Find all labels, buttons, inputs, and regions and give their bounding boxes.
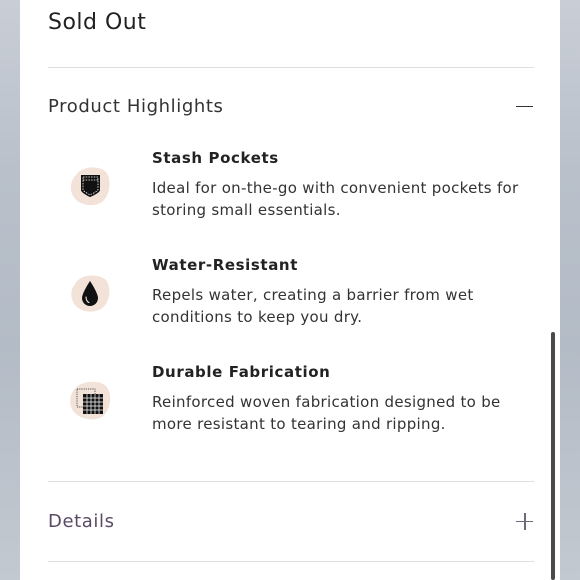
water-drop-icon (71, 275, 110, 312)
woven-fabric-icon (70, 381, 111, 420)
product-highlights-title: Product Highlights (48, 96, 224, 117)
feature-description: Reinforced woven fabrication designed to… (152, 393, 501, 433)
feature-title: Water-Resistant (152, 256, 298, 274)
feature-description: Repels water, creating a barrier from we… (152, 286, 474, 326)
feature-description: Ideal for on-the-go with convenient pock… (152, 179, 519, 219)
product-panel: Sold Out Product Highlights Stash Pocket… (20, 0, 560, 580)
plus-icon[interactable] (516, 512, 534, 531)
feature-title: Stash Pockets (152, 149, 279, 167)
details-header[interactable]: Details (48, 511, 534, 532)
product-highlights-header[interactable]: Product Highlights (48, 96, 534, 117)
divider (48, 67, 534, 68)
divider (48, 561, 534, 562)
scrollbar[interactable] (551, 332, 555, 580)
divider (48, 481, 534, 482)
feature-title: Durable Fabrication (152, 363, 331, 381)
sold-out-label: Sold Out (48, 10, 147, 35)
minus-icon[interactable] (516, 98, 534, 116)
details-title: Details (48, 511, 115, 532)
pocket-icon (70, 167, 110, 206)
